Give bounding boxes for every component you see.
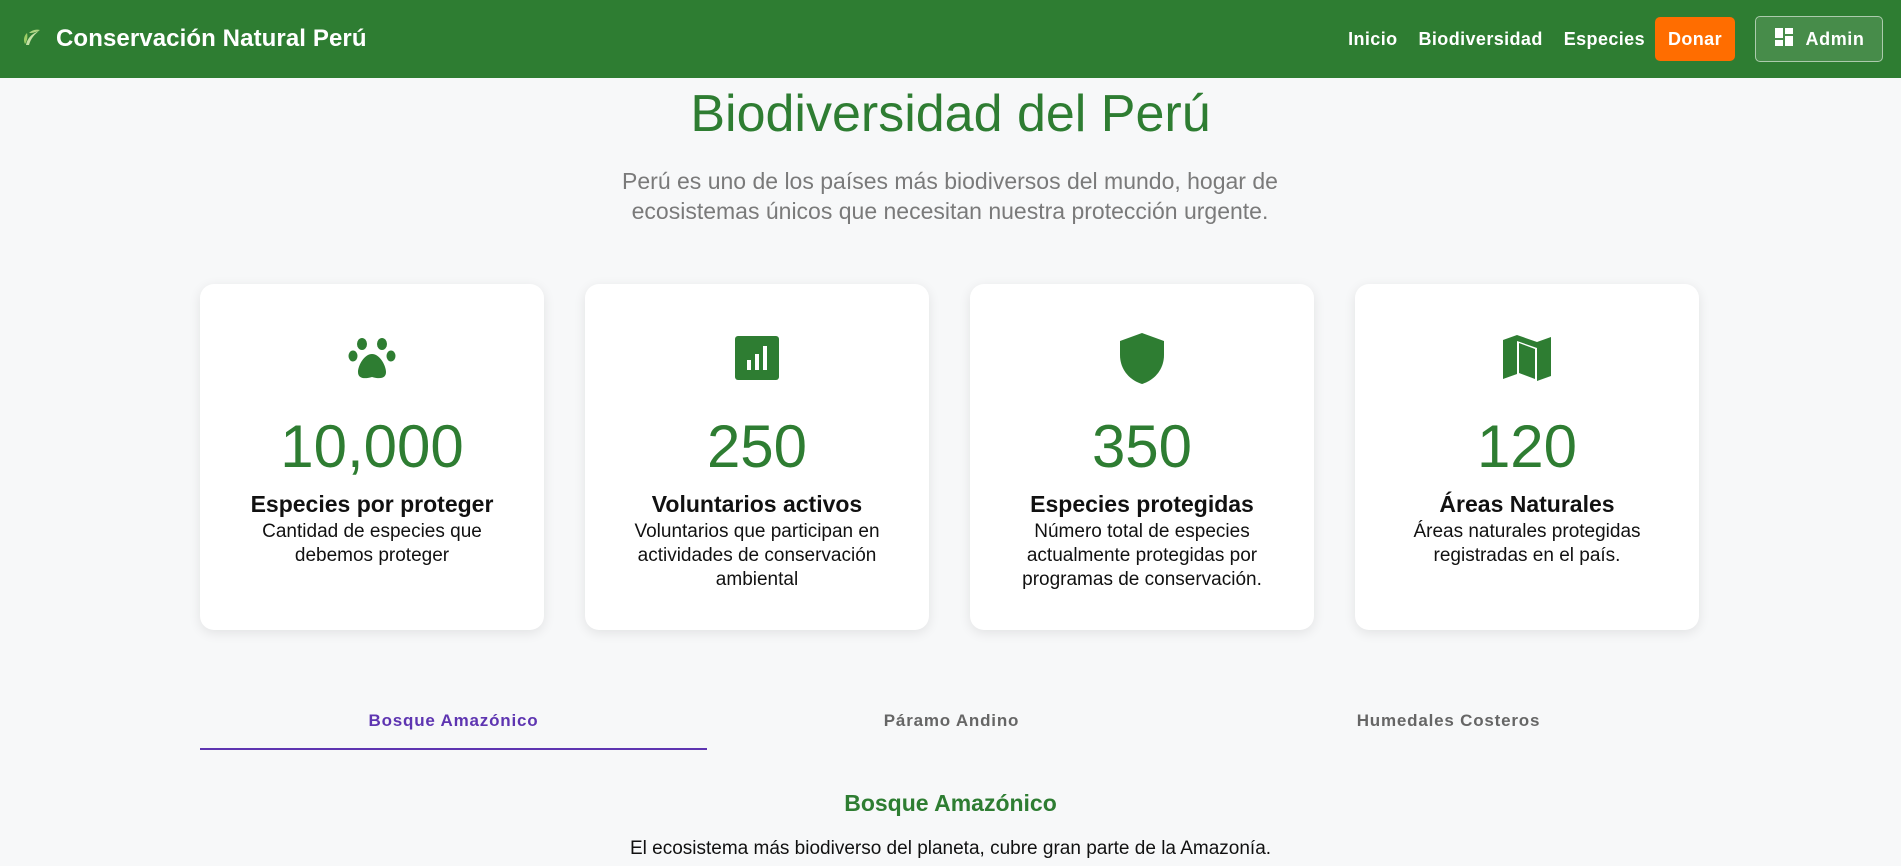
shield-icon (970, 330, 1314, 386)
stat-description: Cantidad de especies que debemos protege… (262, 521, 482, 566)
stat-card-especies-protegidas: 350 Especies protegidas Número total de … (970, 284, 1314, 630)
nav-especies[interactable]: Especies (1564, 29, 1645, 50)
tab-humedales-costeros[interactable]: Humedales Costeros (1195, 700, 1702, 748)
paw-icon (200, 330, 544, 386)
donate-button[interactable]: Donar (1655, 17, 1735, 61)
stat-description: Número total de especies actualmente pro… (1022, 521, 1262, 590)
map-icon (1355, 330, 1699, 386)
stat-value: 10,000 (280, 413, 464, 480)
section-title: Bosque Amazónico (844, 790, 1057, 816)
active-tab-indicator (200, 748, 707, 750)
stat-description: Voluntarios que participan en actividade… (634, 521, 880, 590)
dashboard-icon (1774, 27, 1806, 52)
tab-paramo-andino[interactable]: Páramo Andino (698, 700, 1205, 748)
admin-button[interactable]: Admin (1755, 16, 1883, 62)
page-subtitle: Perú es uno de los países más biodiverso… (622, 168, 1278, 224)
main-nav: Inicio Biodiversidad Especies Donar Admi… (1327, 0, 1883, 78)
stat-title: Especies protegidas (1030, 491, 1254, 517)
section-description: El ecosistema más biodiverso del planeta… (629, 838, 1272, 859)
tab-bosque-amazonico[interactable]: Bosque Amazónico (200, 700, 707, 748)
stat-value: 250 (706, 413, 808, 480)
stat-title: Especies por proteger (250, 491, 494, 517)
stat-value: 350 (1091, 413, 1193, 480)
page-title: Biodiversidad del Perú (690, 85, 1211, 143)
chart-icon (585, 330, 929, 386)
brand[interactable]: Conservación Natural Perú (20, 25, 367, 54)
ecosystem-tabs: Bosque Amazónico Páramo Andino Humedales… (200, 700, 1702, 752)
stat-card-voluntarios: 250 Voluntarios activos Voluntarios que … (585, 284, 929, 630)
top-app-bar: Conservación Natural Perú Inicio Biodive… (0, 0, 1901, 78)
stat-title: Voluntarios activos (651, 491, 863, 517)
stat-title: Áreas Naturales (1439, 491, 1615, 517)
admin-label: Admin (1805, 28, 1865, 49)
nav-biodiversidad[interactable]: Biodiversidad (1419, 29, 1543, 50)
stat-card-especies-por-proteger: 10,000 Especies por proteger Cantidad de… (200, 284, 544, 630)
nav-inicio[interactable]: Inicio (1348, 29, 1397, 50)
stat-description: Áreas naturales protegidas registradas e… (1413, 521, 1641, 566)
stat-card-areas-naturales: 120 Áreas Naturales Áreas naturales prot… (1355, 284, 1699, 630)
leaf-icon (20, 25, 44, 54)
stat-value: 120 (1476, 413, 1578, 480)
brand-title: Conservación Natural Perú (56, 25, 367, 52)
